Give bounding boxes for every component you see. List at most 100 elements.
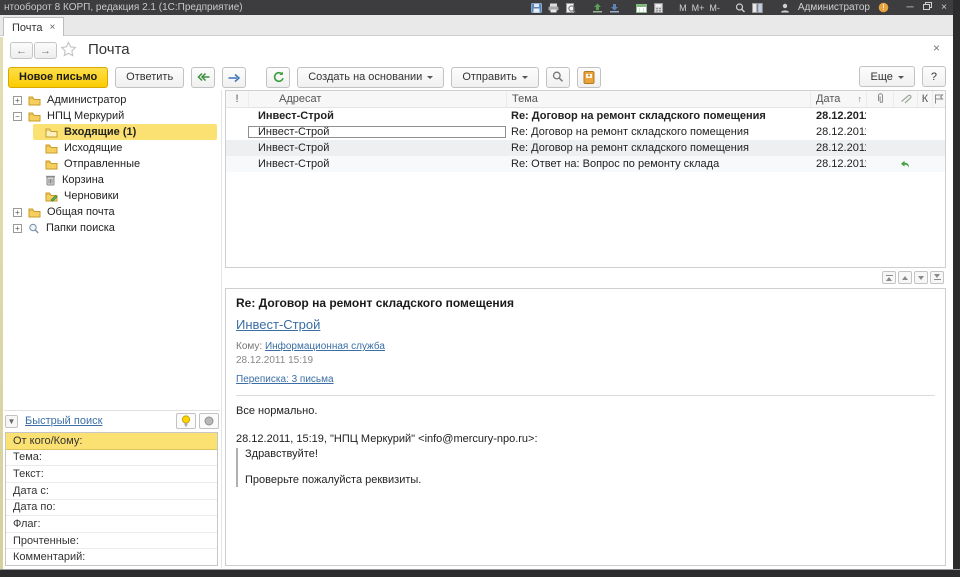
column-attachment[interactable] bbox=[866, 91, 893, 107]
quote-line: Здравствуйте! bbox=[245, 448, 935, 461]
tree-item-administrator[interactable]: + Администратор bbox=[5, 92, 219, 108]
filter-field-date-from[interactable]: Дата с: bbox=[6, 483, 217, 500]
column-reply-status[interactable] bbox=[893, 91, 917, 107]
letter-to-line: Кому: Информационная служба bbox=[236, 341, 935, 352]
folder-icon bbox=[45, 127, 58, 138]
send-button[interactable]: Отправить bbox=[451, 67, 539, 88]
memory-m-plus-button[interactable]: M+ bbox=[692, 3, 705, 13]
forward-letter-button[interactable] bbox=[222, 67, 246, 88]
address-book-button[interactable] bbox=[577, 67, 601, 88]
mail-row[interactable]: Инвест-Строй Re: Договор на ремонт склад… bbox=[226, 108, 945, 124]
print-preview-icon[interactable] bbox=[564, 2, 576, 13]
columns-icon[interactable] bbox=[752, 2, 764, 13]
create-based-on-button[interactable]: Создать на основании bbox=[297, 67, 444, 88]
load-file-icon[interactable] bbox=[591, 2, 603, 13]
mail-row[interactable]: Инвест-Строй Re: Ответ на: Вопрос по рем… bbox=[226, 156, 945, 172]
save-icon[interactable] bbox=[530, 2, 542, 13]
filter-field-flag[interactable]: Флаг: bbox=[6, 516, 217, 533]
filter-field-read[interactable]: Прочтенные: bbox=[6, 533, 217, 550]
letter-preview: Re: Договор на ремонт складского помещен… bbox=[225, 288, 946, 566]
tree-item-shared-mail[interactable]: + Общая почта bbox=[5, 204, 219, 220]
calendar-icon[interactable] bbox=[635, 2, 647, 13]
mail-row-current[interactable]: Инвест-Строй Re: Договор на ремонт склад… bbox=[226, 124, 945, 140]
new-letter-button[interactable]: Новое письмо bbox=[8, 67, 108, 88]
service-messages-icon[interactable]: ! bbox=[877, 2, 889, 13]
close-window-button[interactable]: × bbox=[938, 2, 950, 13]
body-line: Все нормально. bbox=[236, 405, 935, 417]
lightbulb-icon bbox=[181, 415, 191, 428]
column-comment[interactable]: К bbox=[917, 91, 932, 107]
quick-search-link[interactable]: Быстрый поиск bbox=[25, 415, 102, 427]
desktop-edge-bottom bbox=[0, 569, 960, 577]
go-first-button[interactable] bbox=[882, 271, 896, 284]
preview-divider bbox=[236, 395, 935, 396]
column-importance[interactable]: ! bbox=[226, 91, 248, 107]
column-date[interactable]: Дата ↑ bbox=[810, 91, 866, 107]
reply-all-button[interactable] bbox=[191, 67, 215, 88]
go-last-button[interactable] bbox=[930, 271, 944, 284]
tree-item-npc-mercury[interactable]: − НПЦ Меркурий bbox=[5, 108, 219, 124]
workspace-close-icon[interactable]: × bbox=[933, 41, 940, 55]
quote-line bbox=[245, 461, 935, 474]
restore-button[interactable] bbox=[921, 2, 933, 13]
filter-field-from-to[interactable]: От кого/Кому: bbox=[6, 433, 217, 450]
filter-field-comment[interactable]: Комментарий: bbox=[6, 549, 217, 565]
trash-icon bbox=[45, 174, 56, 186]
refresh-button[interactable] bbox=[266, 67, 290, 88]
clear-circle-icon bbox=[204, 416, 214, 426]
reply-button[interactable]: Ответить bbox=[115, 67, 184, 88]
favorite-star-icon[interactable] bbox=[60, 41, 77, 62]
tree-item-outbox[interactable]: Исходящие bbox=[5, 140, 219, 156]
expand-icon[interactable]: + bbox=[13, 208, 22, 217]
back-button[interactable]: ← bbox=[10, 42, 33, 59]
filter-field-subject[interactable]: Тема: bbox=[6, 450, 217, 467]
print-icon[interactable] bbox=[547, 2, 559, 13]
letter-to-link[interactable]: Информационная служба bbox=[265, 341, 385, 352]
apply-filter-button[interactable] bbox=[176, 413, 196, 429]
folder-tree: + Администратор − НПЦ Меркурий Входящие … bbox=[5, 92, 219, 236]
calculator-icon[interactable] bbox=[652, 2, 664, 13]
panel-splitter[interactable] bbox=[221, 90, 222, 568]
refresh-icon bbox=[272, 71, 284, 83]
find-icon[interactable] bbox=[735, 2, 747, 13]
tree-item-drafts[interactable]: Черновики bbox=[5, 188, 219, 204]
column-addressee[interactable]: Адресат bbox=[248, 91, 506, 107]
title-bar: нтооборот 8 КОРП, редакция 2.1 (1С:Предп… bbox=[0, 0, 960, 15]
column-flag[interactable] bbox=[932, 91, 945, 107]
tab-close-icon[interactable]: × bbox=[50, 22, 56, 33]
quick-search-header: ▼ Быстрый поиск bbox=[5, 412, 219, 430]
tree-item-trash[interactable]: Корзина bbox=[5, 172, 219, 188]
help-button[interactable]: ? bbox=[922, 66, 946, 87]
tree-item-search-folders[interactable]: + Папки поиска bbox=[5, 220, 219, 236]
clear-filter-button[interactable] bbox=[199, 413, 219, 429]
filter-field-text[interactable]: Текст: bbox=[6, 466, 217, 483]
search-letters-button[interactable] bbox=[546, 67, 570, 88]
go-previous-button[interactable] bbox=[898, 271, 912, 284]
memory-m-button[interactable]: M bbox=[679, 3, 687, 13]
to-label: Кому: bbox=[236, 341, 262, 352]
go-next-button[interactable] bbox=[914, 271, 928, 284]
thread-link[interactable]: Переписка: 3 письма bbox=[236, 374, 334, 385]
desktop-edge-right bbox=[953, 0, 960, 577]
replied-marker bbox=[893, 160, 917, 169]
collapse-chevron-icon[interactable]: ▼ bbox=[5, 415, 18, 428]
current-user[interactable]: Администратор bbox=[798, 2, 870, 13]
minimize-button[interactable]: ─ bbox=[904, 2, 916, 13]
more-button[interactable]: Еще bbox=[859, 66, 914, 87]
expand-icon[interactable]: + bbox=[13, 224, 22, 233]
memory-m-minus-button[interactable]: M- bbox=[709, 3, 720, 13]
forward-button[interactable]: → bbox=[34, 42, 57, 59]
folder-icon bbox=[45, 159, 58, 170]
user-icon bbox=[779, 2, 791, 13]
expand-icon[interactable]: + bbox=[13, 96, 22, 105]
filter-field-date-to[interactable]: Дата по: bbox=[6, 500, 217, 517]
mail-list-header: ! Адресат Тема Дата ↑ К bbox=[226, 91, 945, 108]
tab-mail[interactable]: Почта × bbox=[3, 17, 64, 37]
collapse-icon[interactable]: − bbox=[13, 112, 22, 121]
mail-row[interactable]: Инвест-Строй Re: Договор на ремонт склад… bbox=[226, 140, 945, 156]
tree-item-inbox[interactable]: Входящие (1) bbox=[5, 124, 219, 140]
column-subject[interactable]: Тема bbox=[506, 91, 810, 107]
save-file-icon[interactable] bbox=[608, 2, 620, 13]
tree-item-sent[interactable]: Отправленные bbox=[5, 156, 219, 172]
letter-from-link[interactable]: Инвест-Строй bbox=[236, 317, 320, 332]
